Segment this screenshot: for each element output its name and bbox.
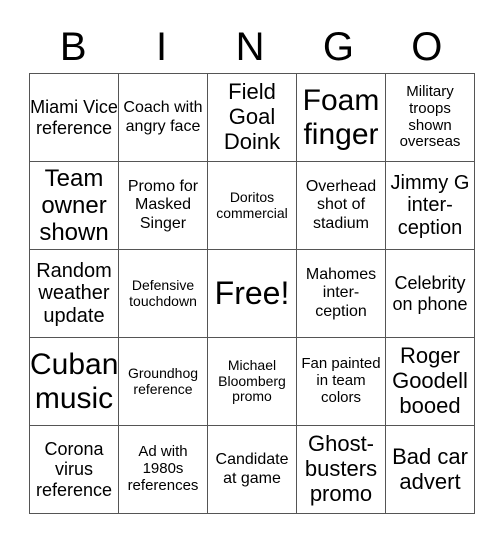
bingo-cell[interactable]: Doritos commercial <box>207 161 297 250</box>
header-letter-o: O <box>411 25 443 69</box>
bingo-cell[interactable]: Team owner shown <box>29 161 119 250</box>
bingo-cell[interactable]: Ad with 1980s references <box>118 425 208 514</box>
bingo-cell[interactable]: Overhead shot of stadium <box>296 161 386 250</box>
free-space[interactable]: Free! <box>207 249 297 338</box>
card-row: Random weather update Defensive touchdow… <box>29 249 475 338</box>
bingo-cell[interactable]: Mahomes inter- ception <box>296 249 386 338</box>
bingo-cell[interactable]: Promo for Masked Singer <box>118 161 208 250</box>
card-row: Miami Vice reference Coach with angry fa… <box>29 73 475 162</box>
header-letter-i: I <box>156 25 168 69</box>
bingo-cell[interactable]: Groundhog reference <box>118 337 208 426</box>
bingo-cell[interactable]: Ghost- busters promo <box>296 425 386 514</box>
bingo-cell[interactable]: Field Goal Doink <box>207 73 297 162</box>
bingo-cell[interactable]: Jimmy G inter- ception <box>385 161 475 250</box>
bingo-cell[interactable]: Roger Goodell booed <box>385 337 475 426</box>
bingo-cell[interactable]: Military troops shown overseas <box>385 73 475 162</box>
bingo-cell[interactable]: Michael Bloomberg promo <box>207 337 297 426</box>
bingo-cell[interactable]: Miami Vice reference <box>29 73 119 162</box>
card-row: Team owner shown Promo for Masked Singer… <box>29 161 475 250</box>
bingo-header: B I N G O <box>29 22 471 72</box>
bingo-cell[interactable]: Coach with angry face <box>118 73 208 162</box>
bingo-cell[interactable]: Corona virus reference <box>29 425 119 514</box>
bingo-cell[interactable]: Bad car advert <box>385 425 475 514</box>
bingo-cell[interactable]: Foam finger <box>296 73 386 162</box>
header-letter-b: B <box>59 25 87 69</box>
header-letter-g: G <box>322 25 354 69</box>
bingo-cell[interactable]: Candidate at game <box>207 425 297 514</box>
bingo-cell[interactable]: Defensive touchdown <box>118 249 208 338</box>
card-row: Corona virus reference Ad with 1980s ref… <box>29 425 475 514</box>
card-row: Cuban music Groundhog reference Michael … <box>29 337 475 426</box>
bingo-cell[interactable]: Random weather update <box>29 249 119 338</box>
bingo-cell[interactable]: Fan painted in team colors <box>296 337 386 426</box>
bingo-cell[interactable]: Cuban music <box>29 337 119 426</box>
header-letter-n: N <box>235 25 265 69</box>
bingo-card: Miami Vice reference Coach with angry fa… <box>29 73 475 514</box>
bingo-cell[interactable]: Celebrity on phone <box>385 249 475 338</box>
